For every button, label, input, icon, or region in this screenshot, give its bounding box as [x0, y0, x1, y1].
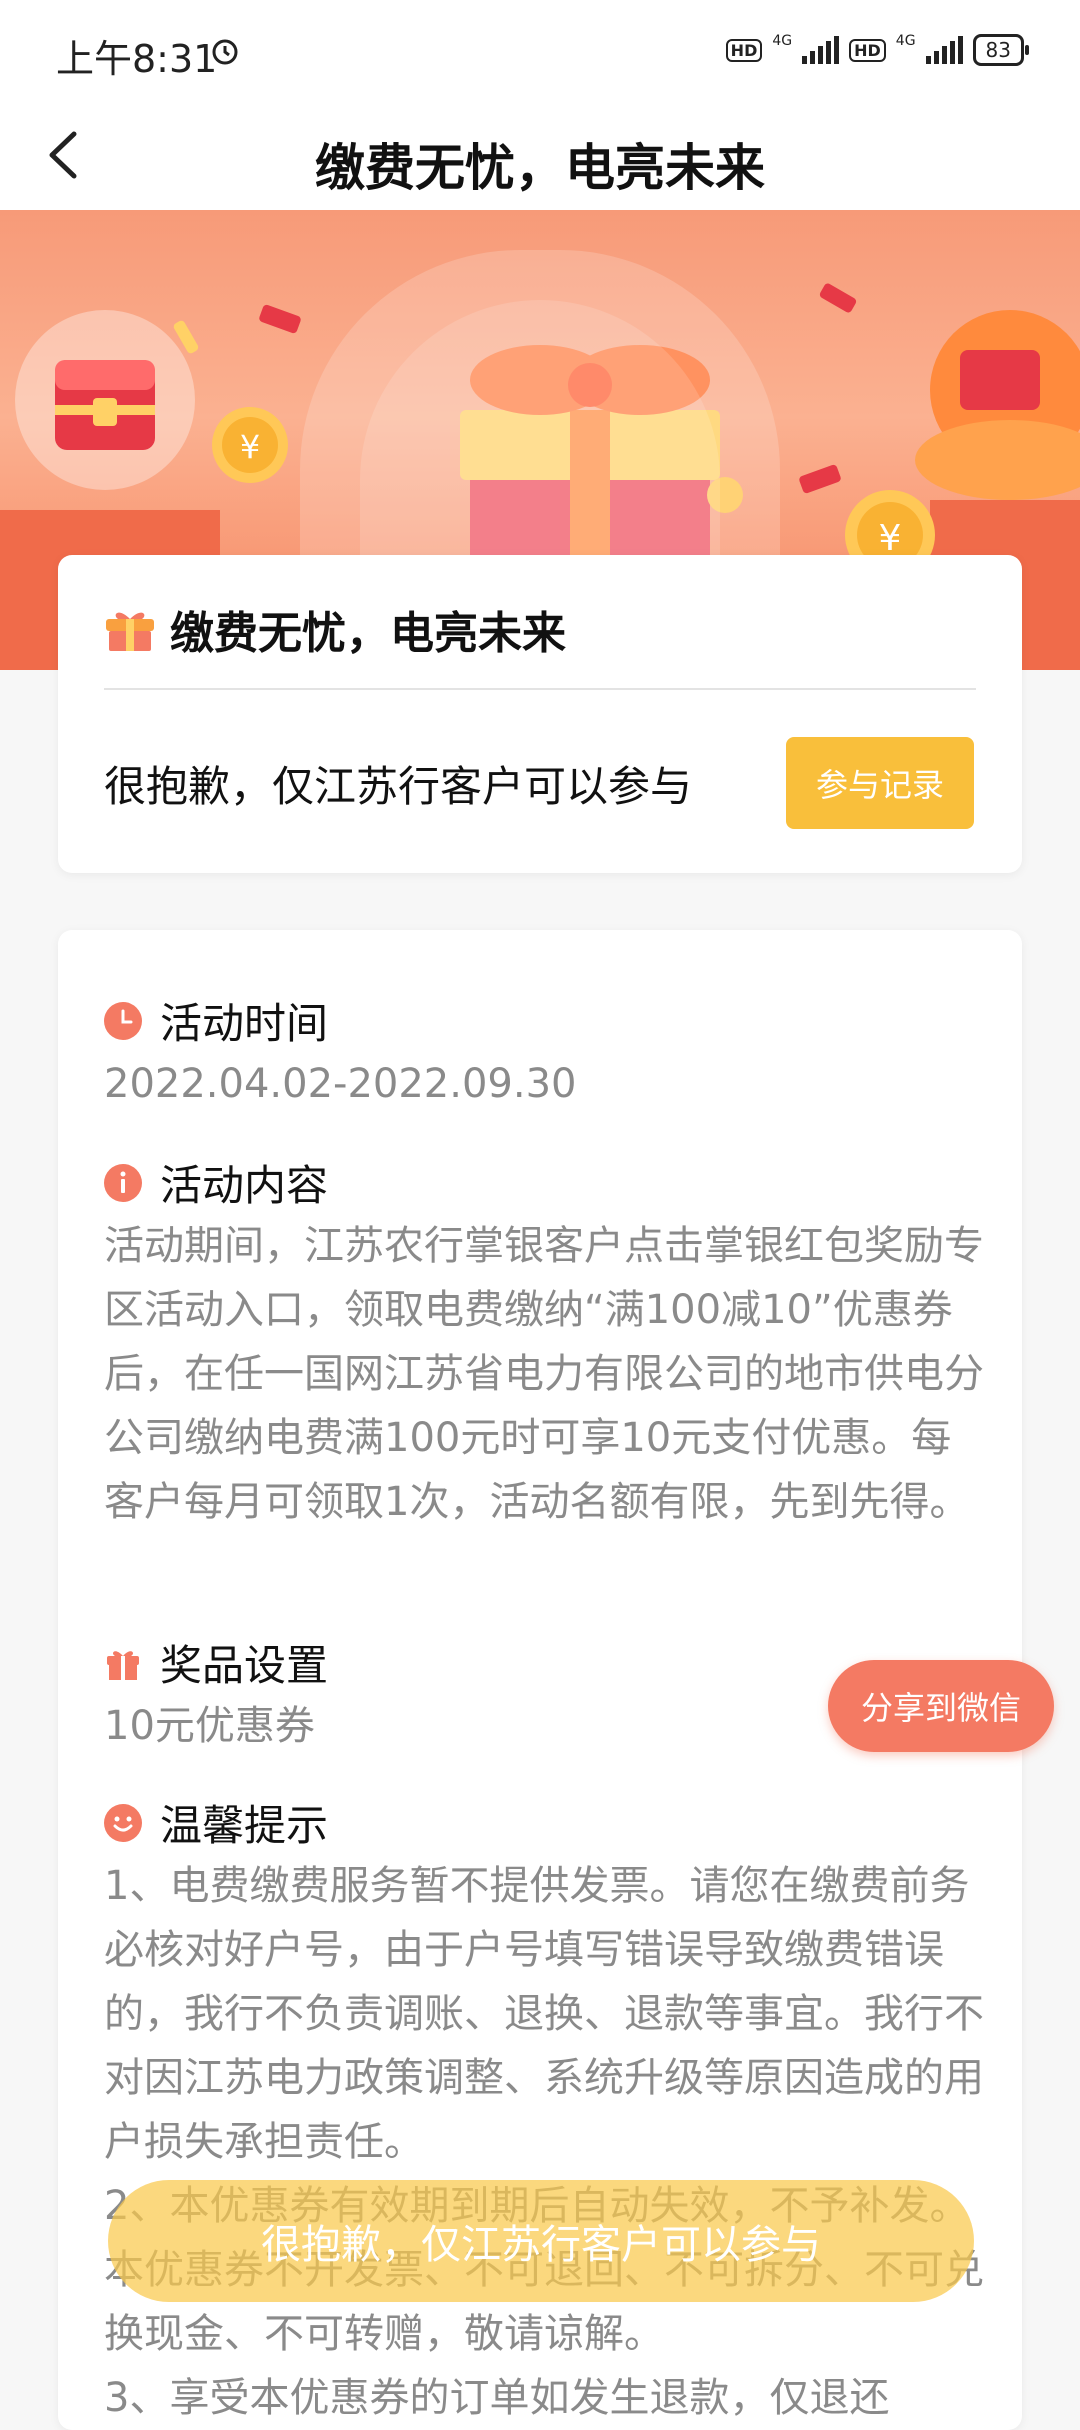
divider	[104, 688, 976, 690]
activity-header-card: 缴费无忧，电亮未来 很抱歉，仅江苏行客户可以参与 参与记录	[58, 555, 1022, 873]
page-title: 缴费无忧，电亮未来	[315, 139, 765, 197]
smile-icon	[104, 1803, 142, 1842]
section-content-header: 活动内容	[104, 1152, 328, 1213]
gift-icon	[106, 612, 154, 651]
section-prize-title: 奖品设置	[160, 1641, 329, 1690]
section-content-title: 活动内容	[160, 1161, 329, 1210]
network-label-1: 4G	[772, 33, 793, 49]
section-time-header: 活动时间	[104, 990, 328, 1051]
tip-3: 3、享受本优惠券的订单如发生退款，仅退还	[104, 2375, 890, 2421]
alarm-icon	[212, 39, 238, 65]
section-tips-header: 温馨提示	[104, 1792, 328, 1853]
signal-icon-2	[925, 36, 963, 64]
status-indicators: HD 4G HD 4G 83	[725, 33, 1030, 66]
share-to-wechat-button[interactable]: 分享到微信	[828, 1660, 1054, 1752]
info-icon	[104, 1163, 142, 1202]
card-title-row: 缴费无忧，电亮未来	[104, 597, 566, 661]
network-label-2: 4G	[895, 33, 916, 49]
toast-message: 很抱歉，仅江苏行客户可以参与	[108, 2180, 974, 2302]
section-time-title: 活动时间	[160, 999, 329, 1048]
tip-1: 1、电费缴费服务暂不提供发票。请您在缴费前务必核对好户号，由于户号填写错误导致缴…	[104, 1863, 984, 2165]
section-tips-body: 1、电费缴费服务暂不提供发票。请您在缴费前务必核对好户号，由于户号填写错误导致缴…	[104, 1854, 984, 2430]
signal-icon-1	[802, 36, 840, 64]
section-prize-header: 奖品设置	[104, 1632, 328, 1693]
hd-badge-2: HD	[849, 38, 886, 62]
gift-small-icon	[107, 1650, 139, 1680]
section-time-body: 2022.04.02-2022.09.30	[104, 1061, 577, 1107]
status-time: 上午8:31	[56, 37, 218, 81]
section-tips-title: 温馨提示	[160, 1801, 329, 1850]
participation-record-button[interactable]: 参与记录	[786, 737, 974, 829]
svg-text:¥: ¥	[879, 518, 902, 559]
status-bar: 上午8:31 HD 4G HD 4G 83	[0, 0, 1080, 100]
nav-bar: 缴费无忧，电亮未来	[0, 100, 1080, 210]
battery-icon: 83	[972, 34, 1030, 66]
section-content-body: 活动期间，江苏农行掌银客户点击掌银红包奖励专区活动入口，领取电费缴纳“满100减…	[104, 1223, 984, 1525]
hd-badge-1: HD	[725, 38, 763, 62]
clock-icon	[104, 1001, 142, 1040]
eligibility-notice: 很抱歉，仅江苏行客户可以参与	[104, 762, 693, 811]
card-title: 缴费无忧，电亮未来	[170, 608, 566, 659]
svg-text:¥: ¥	[240, 428, 260, 466]
